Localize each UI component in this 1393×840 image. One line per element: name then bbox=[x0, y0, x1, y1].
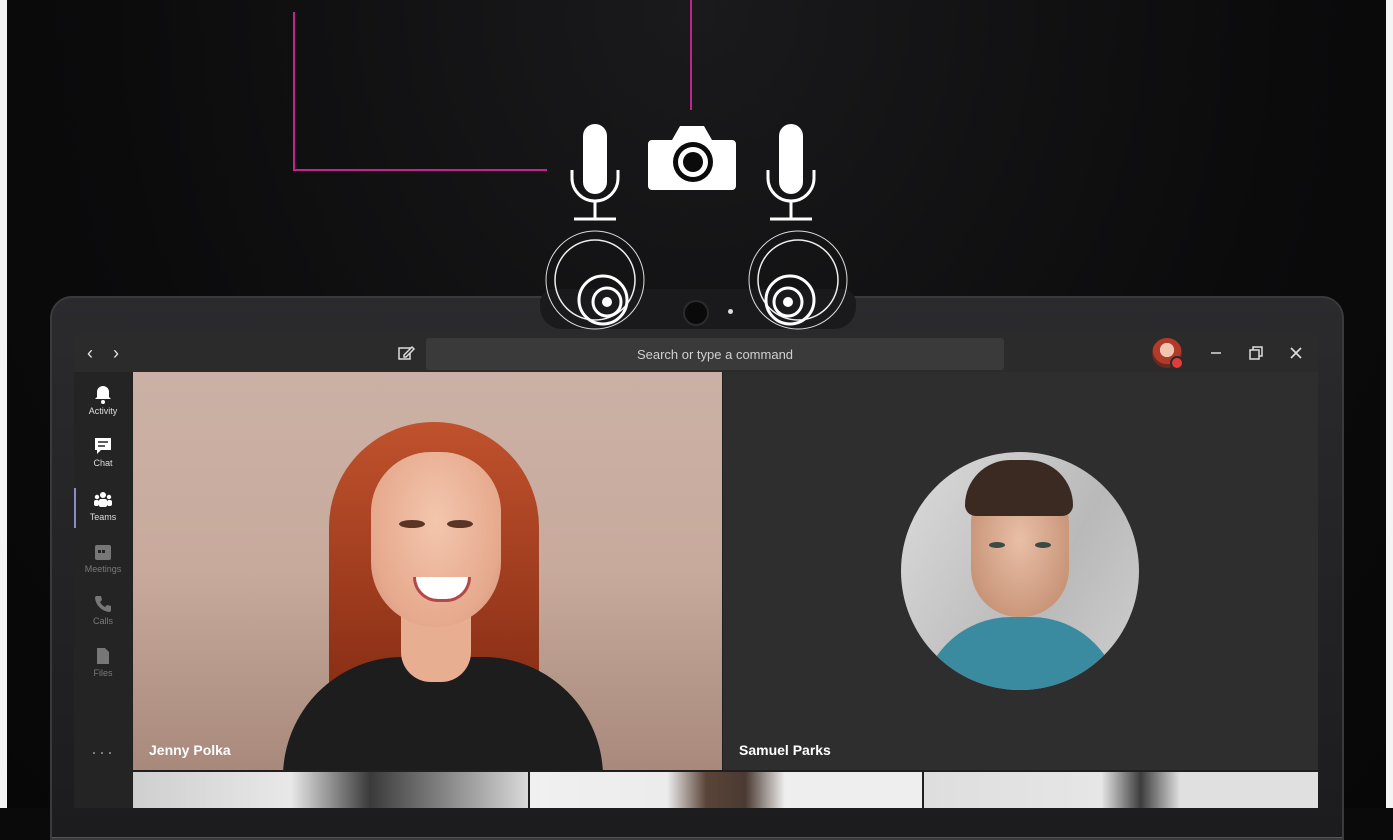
rail-item-label: Activity bbox=[88, 406, 118, 416]
avatar[interactable] bbox=[1152, 338, 1184, 370]
back-arrow-icon[interactable]: ‹ bbox=[80, 343, 100, 363]
video-tile-jenny[interactable]: Jenny Polka bbox=[133, 372, 722, 770]
webcam-lens bbox=[683, 300, 709, 326]
forward-arrow-icon[interactable]: › bbox=[106, 343, 126, 363]
participant-name: Samuel Parks bbox=[739, 742, 831, 758]
title-bar: ‹ › bbox=[74, 334, 1318, 372]
rail-item-label: Chat bbox=[93, 458, 113, 468]
page-edge-left bbox=[0, 0, 7, 808]
video-tile-samuel[interactable]: Samuel Parks bbox=[723, 372, 1318, 770]
microphone-icon bbox=[566, 122, 624, 222]
webcam-indicator bbox=[728, 309, 733, 314]
rail-item-meetings[interactable]: Meetings bbox=[74, 534, 132, 586]
more-apps-icon[interactable]: ··· bbox=[74, 742, 132, 763]
rail-item-label: Files bbox=[93, 668, 113, 678]
participant-avatar bbox=[901, 452, 1139, 690]
minimize-icon[interactable] bbox=[1206, 343, 1226, 363]
chat-icon bbox=[95, 438, 111, 454]
callout-line-left bbox=[293, 12, 547, 171]
rail-item-label: Calls bbox=[92, 616, 113, 626]
file-icon bbox=[97, 648, 109, 664]
rail-item-calls[interactable]: Calls bbox=[74, 586, 132, 638]
rail-item-files[interactable]: Files bbox=[74, 638, 132, 690]
calendar-icon bbox=[95, 545, 111, 560]
page-edge-right bbox=[1386, 0, 1393, 808]
compose-icon[interactable] bbox=[396, 343, 416, 363]
bell-icon bbox=[95, 386, 111, 404]
close-icon[interactable] bbox=[1286, 343, 1306, 363]
camera-icon bbox=[648, 122, 738, 192]
rail-item-label: Teams bbox=[89, 512, 117, 522]
video-tile[interactable] bbox=[924, 772, 1318, 808]
microphone-ring-right bbox=[748, 230, 848, 330]
rail-item-chat[interactable]: Chat bbox=[74, 428, 132, 480]
video-tile[interactable] bbox=[133, 772, 528, 808]
callout-line-center bbox=[690, 0, 692, 110]
video-tile[interactable] bbox=[530, 772, 922, 808]
presence-status-icon bbox=[1170, 356, 1184, 370]
microphone-icon bbox=[762, 122, 820, 222]
teams-window: ‹ › Ac bbox=[74, 334, 1318, 808]
app-bar: Activity Chat Teams Meetings Calls Files… bbox=[74, 372, 132, 808]
rail-item-activity[interactable]: Activity bbox=[74, 376, 132, 428]
rail-item-label: Meetings bbox=[84, 564, 122, 574]
phone-icon bbox=[95, 596, 111, 612]
participant-name: Jenny Polka bbox=[149, 742, 231, 758]
microphone-ring-left bbox=[545, 230, 645, 330]
restore-icon[interactable] bbox=[1246, 343, 1266, 363]
teams-icon bbox=[94, 492, 112, 507]
search-input[interactable] bbox=[426, 338, 1004, 370]
rail-item-teams[interactable]: Teams bbox=[74, 482, 132, 534]
